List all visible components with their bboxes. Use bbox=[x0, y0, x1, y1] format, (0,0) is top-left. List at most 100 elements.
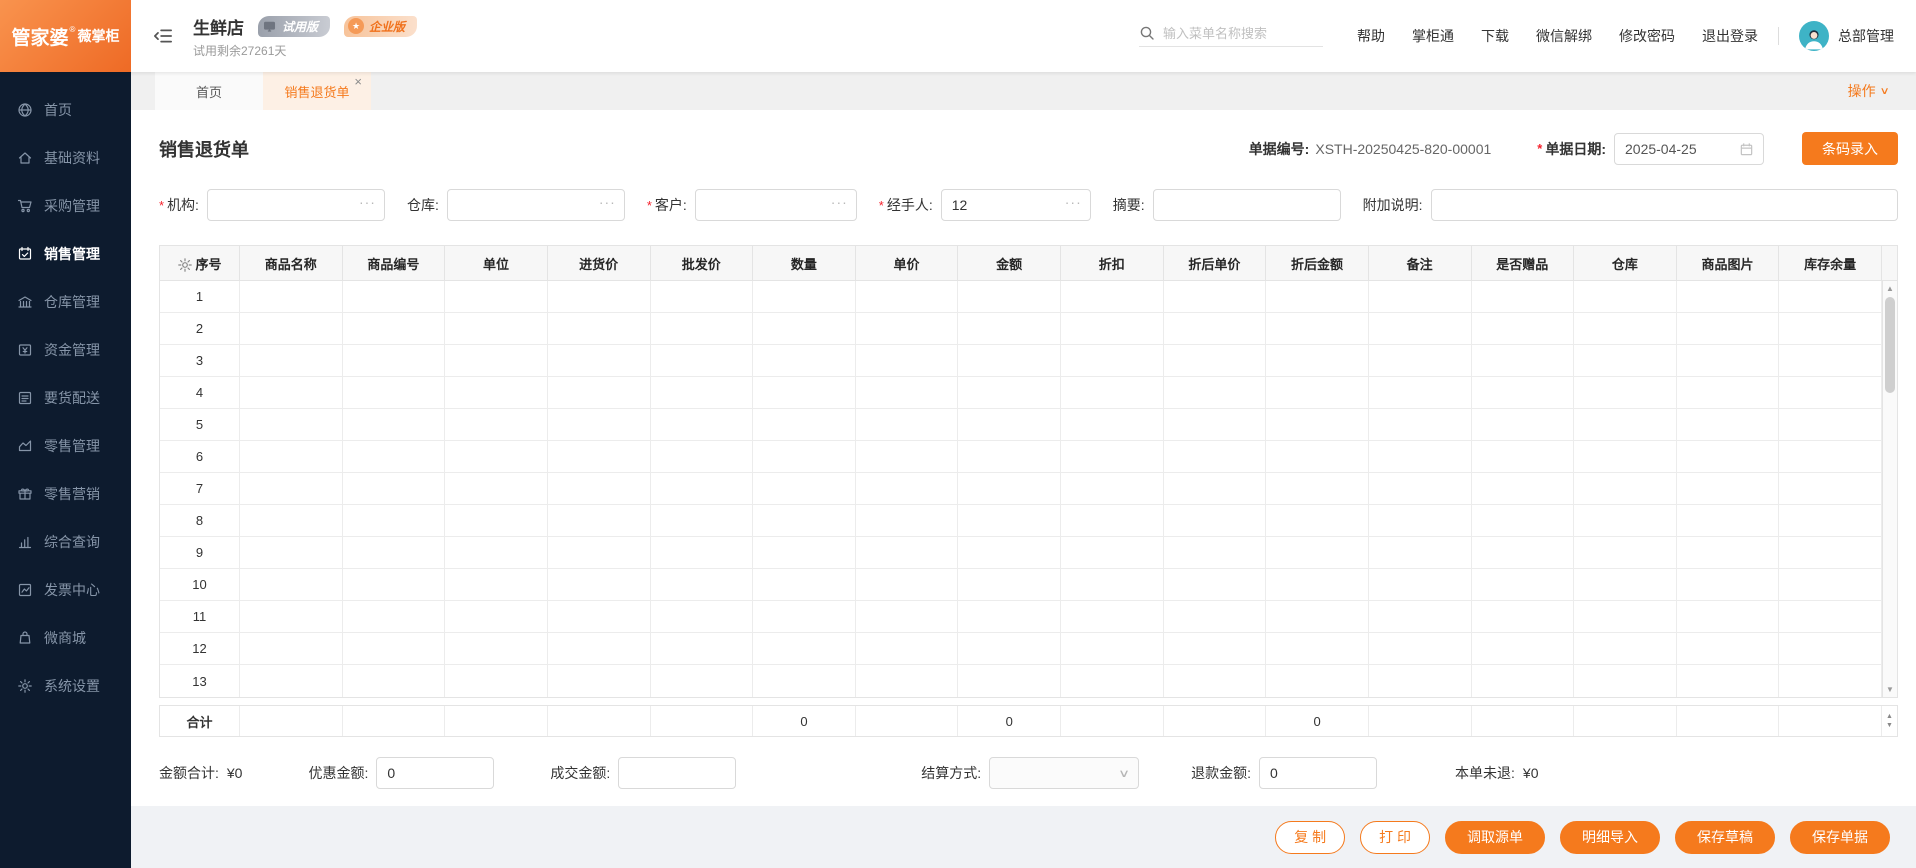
settlement-select[interactable]: ∨ bbox=[989, 757, 1140, 789]
table-cell[interactable] bbox=[650, 409, 754, 441]
table-cell[interactable] bbox=[1574, 313, 1677, 345]
lookup-trigger-icon[interactable]: ··· bbox=[359, 194, 376, 210]
table-cell[interactable] bbox=[1061, 473, 1164, 505]
table-cell[interactable] bbox=[240, 281, 343, 313]
table-cell[interactable] bbox=[1368, 601, 1472, 633]
table-cell[interactable] bbox=[1574, 409, 1677, 441]
table-cell[interactable] bbox=[1472, 665, 1575, 697]
table-cell[interactable] bbox=[958, 281, 1061, 313]
table-cell[interactable] bbox=[958, 377, 1061, 409]
table-cell[interactable] bbox=[1779, 281, 1882, 313]
table-cell[interactable] bbox=[445, 409, 548, 441]
table-cell[interactable] bbox=[548, 665, 651, 697]
table-cell[interactable] bbox=[1266, 377, 1369, 409]
table-cell[interactable] bbox=[855, 537, 959, 569]
table-cell[interactable] bbox=[1061, 281, 1164, 313]
table-cell[interactable] bbox=[1574, 537, 1677, 569]
table-cell[interactable] bbox=[958, 345, 1061, 377]
table-cell[interactable] bbox=[1163, 441, 1267, 473]
table-cell[interactable] bbox=[1779, 665, 1882, 697]
table-cell[interactable] bbox=[547, 505, 651, 537]
row-number-cell[interactable]: 4 bbox=[160, 377, 240, 409]
table-cell[interactable] bbox=[342, 537, 446, 569]
table-cell[interactable] bbox=[753, 313, 856, 345]
table-cell[interactable] bbox=[1163, 505, 1267, 537]
sidebar-item-7[interactable]: 要货配送 bbox=[0, 374, 131, 422]
table-cell[interactable] bbox=[958, 569, 1061, 601]
table-cell[interactable] bbox=[855, 281, 959, 313]
lookup-trigger-icon[interactable]: ··· bbox=[599, 194, 616, 210]
deal-amount-field[interactable] bbox=[618, 757, 737, 789]
table-cell[interactable] bbox=[1574, 601, 1677, 633]
table-cell[interactable] bbox=[1676, 345, 1780, 377]
form-field-input-box[interactable] bbox=[1152, 189, 1341, 221]
table-cell[interactable] bbox=[855, 601, 959, 633]
form-field-input[interactable] bbox=[1441, 197, 1887, 213]
table-cell[interactable] bbox=[240, 665, 343, 697]
table-cell[interactable] bbox=[445, 505, 548, 537]
table-cell[interactable] bbox=[240, 345, 343, 377]
table-cell[interactable] bbox=[1061, 537, 1164, 569]
table-cell[interactable] bbox=[445, 281, 548, 313]
table-cell[interactable] bbox=[547, 441, 651, 473]
table-cell[interactable] bbox=[1471, 537, 1575, 569]
table-cell[interactable] bbox=[753, 537, 856, 569]
footer-button-6[interactable]: 保存单据 bbox=[1790, 820, 1890, 854]
table-cell[interactable] bbox=[1368, 441, 1472, 473]
table-cell[interactable] bbox=[958, 665, 1061, 697]
table-cell[interactable] bbox=[1163, 633, 1267, 665]
table-cell[interactable] bbox=[342, 569, 446, 601]
row-number-cell[interactable]: 11 bbox=[160, 601, 240, 633]
table-cell[interactable] bbox=[1266, 409, 1369, 441]
table-cell[interactable] bbox=[855, 313, 959, 345]
form-field-input-box[interactable]: ··· bbox=[694, 189, 857, 221]
table-cell[interactable] bbox=[958, 633, 1061, 665]
table-cell[interactable] bbox=[1574, 569, 1677, 601]
table-cell[interactable] bbox=[1471, 569, 1575, 601]
table-cell[interactable] bbox=[547, 281, 651, 313]
table-cell[interactable] bbox=[753, 601, 856, 633]
table-cell[interactable] bbox=[342, 409, 446, 441]
table-cell[interactable] bbox=[1779, 601, 1882, 633]
table-cell[interactable] bbox=[855, 409, 959, 441]
table-cell[interactable] bbox=[547, 633, 651, 665]
table-cell[interactable] bbox=[855, 633, 959, 665]
table-cell[interactable] bbox=[1061, 505, 1164, 537]
table-cell[interactable] bbox=[1779, 313, 1882, 345]
table-cell[interactable] bbox=[547, 345, 651, 377]
table-cell[interactable] bbox=[1779, 537, 1882, 569]
form-field-input-box[interactable]: ··· bbox=[940, 189, 1091, 221]
table-cell[interactable] bbox=[1676, 441, 1780, 473]
table-cell[interactable] bbox=[240, 633, 343, 665]
footer-button-3[interactable]: 调取源单 bbox=[1445, 820, 1545, 854]
row-number-cell[interactable]: 12 bbox=[160, 633, 240, 665]
table-cell[interactable] bbox=[1369, 665, 1472, 697]
table-cell[interactable] bbox=[753, 377, 856, 409]
table-cell[interactable] bbox=[1677, 665, 1780, 697]
table-cell[interactable] bbox=[547, 601, 651, 633]
scroll-down-icon[interactable]: ▼ bbox=[1883, 685, 1897, 694]
total-scroll-arrows[interactable]: ▲ ▼ bbox=[1882, 706, 1897, 736]
table-cell[interactable] bbox=[1266, 633, 1369, 665]
table-cell[interactable] bbox=[1471, 601, 1575, 633]
form-field-input-box[interactable]: ··· bbox=[206, 189, 385, 221]
table-cell[interactable] bbox=[1164, 665, 1267, 697]
table-cell[interactable] bbox=[1368, 377, 1472, 409]
row-number-cell[interactable]: 3 bbox=[160, 345, 240, 377]
table-cell[interactable] bbox=[1266, 505, 1369, 537]
table-cell[interactable] bbox=[1163, 537, 1267, 569]
table-cell[interactable] bbox=[1574, 441, 1677, 473]
table-cell[interactable] bbox=[547, 409, 651, 441]
table-cell[interactable] bbox=[1779, 377, 1882, 409]
table-cell[interactable] bbox=[1779, 505, 1882, 537]
table-cell[interactable] bbox=[855, 473, 959, 505]
table-cell[interactable] bbox=[1266, 281, 1369, 313]
table-cell[interactable] bbox=[342, 281, 446, 313]
table-cell[interactable] bbox=[342, 601, 446, 633]
table-cell[interactable] bbox=[1368, 345, 1472, 377]
form-field-input[interactable] bbox=[457, 197, 600, 213]
row-number-cell[interactable]: 10 bbox=[160, 569, 240, 601]
table-cell[interactable] bbox=[1368, 505, 1472, 537]
table-cell[interactable] bbox=[445, 473, 548, 505]
table-cell[interactable] bbox=[1574, 665, 1677, 697]
